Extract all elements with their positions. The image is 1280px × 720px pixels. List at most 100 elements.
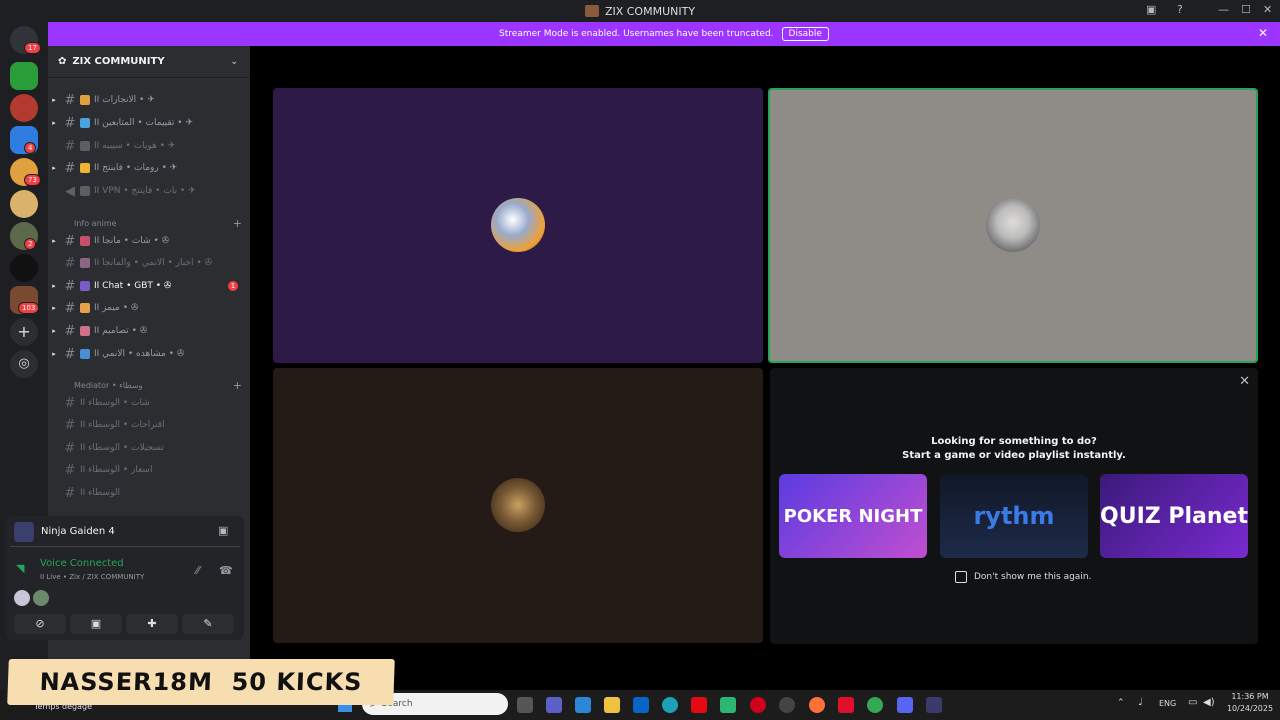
netflix-icon[interactable] xyxy=(691,697,707,713)
activities-button[interactable]: ✚ xyxy=(126,614,178,634)
category-label: Info anime xyxy=(74,218,117,228)
whatsapp-icon[interactable] xyxy=(720,697,736,713)
channel-label: II الانجازات • ✈ xyxy=(94,95,155,105)
edge-icon[interactable] xyxy=(662,697,678,713)
channel-emoji-icon xyxy=(80,349,90,359)
voice-channel[interactable]: II Live • Zix / ZIX COMMUNITY xyxy=(40,573,144,581)
badge: 17 xyxy=(24,42,41,54)
clock-date[interactable]: 10/24/2025 xyxy=(1225,704,1275,713)
poker-night-card[interactable]: POKER NIGHT xyxy=(779,474,927,558)
expand-icon: ▸ xyxy=(52,96,56,104)
participant-tile-speaking[interactable] xyxy=(768,88,1258,363)
add-server-icon[interactable]: + xyxy=(10,318,38,346)
announcement-channel-icon: ◀ xyxy=(65,183,75,199)
channel-item[interactable]: # II اخبار • الانمي • والمانجا • ✇ xyxy=(48,253,250,273)
disable-streamer-button[interactable]: Disable xyxy=(781,27,829,41)
opera-icon[interactable] xyxy=(750,697,766,713)
channel-item[interactable]: ▸ # II رومات • فاينتج • ✈ xyxy=(48,158,250,178)
firefox-icon[interactable] xyxy=(809,697,825,713)
channel-item[interactable]: # II تسجيلات • الوسطاء xyxy=(48,438,250,458)
screen-share-button[interactable]: ▣ xyxy=(70,614,122,634)
channel-label: II VPN • بات • فاينتج • ✈ xyxy=(94,186,196,196)
channel-item[interactable]: # II هويات • سيبيه • ✈ xyxy=(48,136,250,156)
server-icon[interactable] xyxy=(10,254,38,282)
text-channel-icon: # xyxy=(64,92,76,108)
close-banner-icon[interactable]: ✕ xyxy=(1258,26,1268,40)
card-label: QUIZ Planet xyxy=(1100,503,1248,529)
add-channel-icon[interactable]: + xyxy=(233,217,242,230)
server-icon[interactable] xyxy=(10,94,38,122)
server-logo-icon: ✿ xyxy=(58,56,67,67)
channel-item[interactable]: ▸ # II مشاهده • الانمي • ✇ xyxy=(48,344,250,364)
outlook-icon[interactable] xyxy=(633,697,649,713)
channel-item[interactable]: ▸ # II تقييمات • المتابعين • ✈ xyxy=(48,113,250,133)
file-explorer-icon[interactable] xyxy=(604,697,620,713)
channel-item[interactable]: ▸ # II الانجازات • ✈ xyxy=(48,90,250,110)
app-icon xyxy=(584,5,599,17)
volume-icon[interactable]: ◀) xyxy=(1203,697,1215,708)
promo-subheading: Start a game or video playlist instantly… xyxy=(902,450,1126,461)
text-channel-icon: # xyxy=(64,346,76,362)
participant-avatar[interactable] xyxy=(14,590,30,606)
discover-icon[interactable]: ◎ xyxy=(10,350,38,378)
language-indicator[interactable]: ENG xyxy=(1159,699,1176,708)
maximize-icon[interactable]: ☐ xyxy=(1241,3,1251,16)
close-window-icon[interactable]: ✕ xyxy=(1263,3,1272,16)
channel-emoji-icon xyxy=(80,118,90,128)
channel-item[interactable]: # II اقتراحات • الوسطاء xyxy=(48,415,250,435)
server-name: ZIX COMMUNITY xyxy=(72,56,165,67)
task-view-icon[interactable] xyxy=(517,697,533,713)
channel-label: II اسعار • الوسطاء xyxy=(80,465,153,475)
text-channel-icon: # xyxy=(64,233,76,249)
text-channel-icon: # xyxy=(64,462,76,478)
dont-show-checkbox[interactable] xyxy=(955,571,967,583)
help-icon[interactable]: ? xyxy=(1177,3,1183,16)
minimize-icon[interactable]: — xyxy=(1218,3,1229,16)
quiz-planet-card[interactable]: QUIZ Planet xyxy=(1100,474,1248,558)
expand-icon: ▸ xyxy=(52,350,56,358)
rythm-card[interactable]: rythm xyxy=(940,474,1088,558)
category-header[interactable]: Info anime + xyxy=(62,216,242,230)
channel-item[interactable]: # II اسعار • الوسطاء xyxy=(48,460,250,480)
channel-item[interactable]: # II الوسطاء xyxy=(48,483,250,503)
store-icon[interactable] xyxy=(575,697,591,713)
expand-icon: ▸ xyxy=(52,282,56,290)
clock-time[interactable]: 11:36 PM xyxy=(1225,692,1275,701)
category-header[interactable]: Mediator • وسطاء + xyxy=(62,378,242,392)
close-icon[interactable]: ✕ xyxy=(1239,374,1250,389)
discord-taskbar-icon[interactable] xyxy=(897,697,913,713)
channel-item[interactable]: ▸ # II شات • مانجا • ✇ xyxy=(48,231,250,251)
server-icon[interactable] xyxy=(10,190,38,218)
add-channel-icon[interactable]: + xyxy=(233,379,242,392)
game-icon xyxy=(14,522,34,542)
network-icon[interactable]: ▭ xyxy=(1188,697,1197,708)
channel-item[interactable]: ▸ # II تصاميم • ✇ xyxy=(48,321,250,341)
text-channel-icon: # xyxy=(64,485,76,501)
camera-off-button[interactable]: ⊘ xyxy=(14,614,66,634)
channel-label: II الوسطاء xyxy=(80,488,120,498)
participant-avatar[interactable] xyxy=(33,590,49,606)
channel-label: II رومات • فاينتج • ✈ xyxy=(94,163,178,173)
soundboard-button[interactable]: ✎ xyxy=(182,614,234,634)
disconnect-icon[interactable]: ☎ xyxy=(219,564,233,577)
microphone-icon[interactable]: ♩ xyxy=(1138,697,1143,708)
channel-item[interactable]: ▸ # II ميمز • ✇ xyxy=(48,298,250,318)
app-icon[interactable] xyxy=(926,697,942,713)
channel-item[interactable]: # II شات • الوسطاء xyxy=(48,393,250,413)
teams-icon[interactable] xyxy=(546,697,562,713)
channel-item[interactable]: ◀ II VPN • بات • فاينتج • ✈ xyxy=(48,181,250,201)
inbox-icon[interactable]: ▣ xyxy=(1146,3,1156,16)
chrome-icon[interactable] xyxy=(867,697,883,713)
participant-avatar xyxy=(491,478,545,532)
server-icon[interactable] xyxy=(10,62,38,90)
tray-chevron-icon[interactable]: ⌃ xyxy=(1117,698,1125,708)
server-header[interactable]: ✿ ZIX COMMUNITY ⌄ xyxy=(48,46,250,78)
channel-label: II تقييمات • المتابعين • ✈ xyxy=(94,118,194,128)
channel-item[interactable]: ▸ # II Chat • GBT • ✇ 1 xyxy=(48,276,250,296)
app-icon[interactable] xyxy=(779,697,795,713)
noise-suppression-icon[interactable]: ⁄⁄ xyxy=(196,564,200,577)
app-icon[interactable] xyxy=(838,697,854,713)
participant-tile[interactable] xyxy=(273,88,763,363)
participant-tile[interactable] xyxy=(273,368,763,643)
activity-share-icon[interactable]: ▣ xyxy=(218,524,228,537)
